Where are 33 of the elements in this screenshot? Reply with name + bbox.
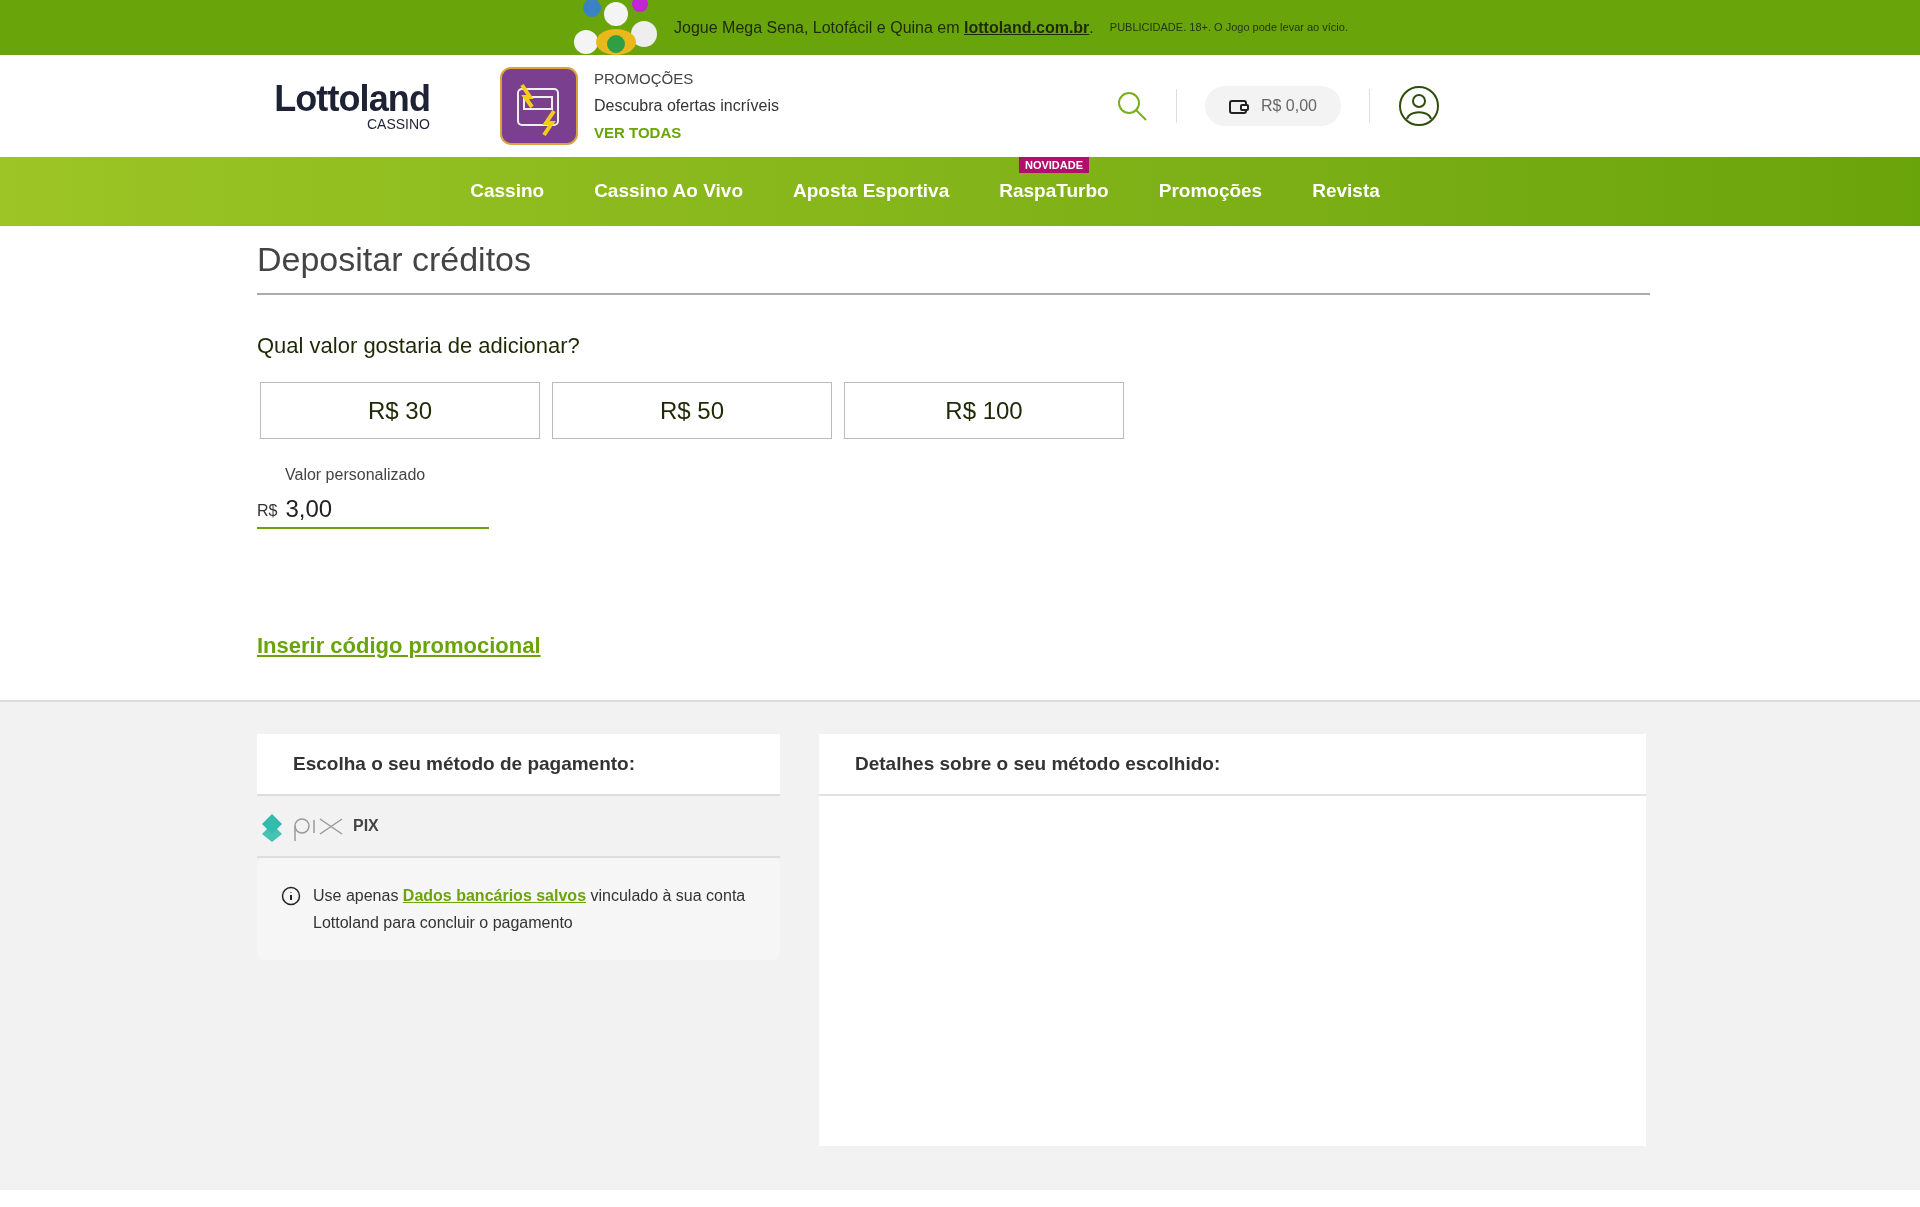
nav-link[interactable]: Revista xyxy=(1312,177,1380,206)
payment-methods-title: Escolha o seu método de pagamento: xyxy=(293,751,636,776)
new-badge: NOVIDADE xyxy=(1018,157,1089,173)
info-icon xyxy=(281,886,301,906)
ad-text: Jogue Mega Sena, Lotofácil e Quina em lottoland.com.br. xyxy=(674,17,1094,38)
ad-link[interactable]: lottoland.com.br xyxy=(964,18,1090,36)
custom-amount-field[interactable]: R$ 3,00 xyxy=(257,495,489,529)
amount-option[interactable]: R$ 50 xyxy=(552,382,832,439)
amount-option[interactable]: R$ 100 xyxy=(844,382,1124,439)
page-title: Depositar créditos xyxy=(257,226,1650,295)
search-icon[interactable] xyxy=(1115,90,1148,122)
promo-eyebrow: PROMOÇÕES xyxy=(594,68,695,89)
nav-link[interactable]: Promoções xyxy=(1158,177,1263,206)
balance-button[interactable]: R$ 0,00 xyxy=(1204,86,1341,126)
logo-subtitle: CASSINO xyxy=(367,117,430,131)
ad-disclaimer: PUBLICIDADE. 18+. O Jogo pode levar ao vício. xyxy=(1109,20,1348,36)
details-title: Detalhes sobre o seu método escolhido: xyxy=(855,751,1221,776)
see-all-link[interactable]: VER TODAS xyxy=(594,122,779,145)
amount-question: Qual valor gostaria de adicionar? xyxy=(257,332,581,360)
amount-option[interactable]: R$ 30 xyxy=(260,382,540,439)
user-icon[interactable] xyxy=(1398,85,1440,127)
custom-amount-label: Valor personalizado xyxy=(285,465,427,485)
lottoland-logo[interactable]: Lottoland CASSINO xyxy=(270,81,430,131)
info-text: Use apenas Dados bancários salvos vinculado à sua conta Lottoland para concluir o pagamento xyxy=(313,886,747,933)
promo-text: Descubra ofertas incríveis xyxy=(594,96,779,116)
slot-machine-icon xyxy=(500,67,578,145)
currency-prefix: R$ xyxy=(257,501,278,521)
saved-bank-details-link[interactable]: Dados bancários salvos xyxy=(402,887,587,904)
promo-code-link[interactable]: Inserir código promocional xyxy=(257,629,541,662)
method-label: PIX xyxy=(353,816,379,836)
wallet-icon xyxy=(1228,98,1249,114)
amount-input[interactable]: 3,00 xyxy=(285,495,466,523)
logo-wordmark: Lottoland xyxy=(274,81,430,117)
